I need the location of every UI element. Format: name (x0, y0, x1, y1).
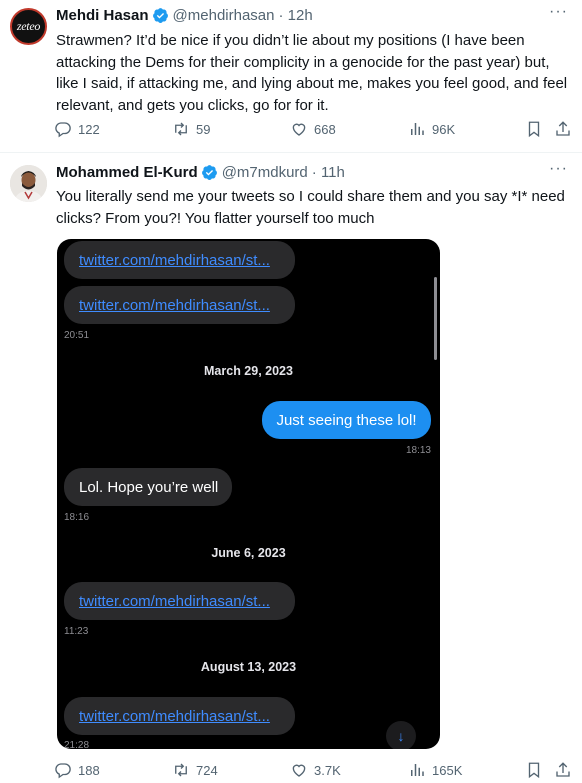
more-icon[interactable]: ··· (549, 160, 568, 178)
chat-link-bubble: twitter.com/mehdirhasan/st... (64, 582, 295, 620)
views-button[interactable]: 165K (408, 761, 462, 779)
share-icon (556, 762, 570, 777)
tweet-header: Mohammed El-Kurd @m7mdkurd · 11h (56, 164, 345, 181)
chat-link-bubble: twitter.com/mehdirhasan/st... (64, 241, 295, 279)
repost-count: 724 (196, 762, 218, 778)
views-count: 165K (432, 762, 463, 778)
tweet-text: You literally send me your tweets so I c… (56, 188, 565, 227)
chat-timestamp: 18:13 (405, 445, 431, 456)
chat-timestamp: 11:23 (64, 626, 89, 637)
repost-icon (175, 763, 187, 777)
chat-incoming-bubble: Lol. Hope you’re well (64, 468, 232, 506)
author-name[interactable]: Mohammed El-Kurd (56, 164, 198, 181)
like-icon (292, 764, 306, 777)
avatar[interactable] (10, 165, 47, 202)
author-handle[interactable]: @m7mdkurd (222, 164, 308, 181)
chat-date-separator: August 13, 2023 (200, 660, 297, 674)
chat-date-separator: June 6, 2023 (211, 546, 286, 560)
views-icon (411, 764, 424, 776)
tweet-time[interactable]: · 11h (312, 164, 345, 181)
attached-screenshot[interactable]: twitter.com/mehdirhasan/st... twitter.co… (57, 239, 440, 749)
reply-button[interactable]: 188 (54, 761, 100, 779)
chat-scrollbar (434, 277, 437, 360)
chat-link-bubble: twitter.com/mehdirhasan/st... (64, 697, 295, 735)
chat-link-bubble: twitter.com/mehdirhasan/st... (64, 286, 295, 324)
verified-icon (201, 165, 217, 180)
chat-timestamp: 20:51 (64, 330, 90, 341)
scroll-down-icon: ↓ (386, 721, 416, 749)
chat-timestamp: 21:28 (64, 740, 90, 749)
share-button[interactable] (554, 761, 572, 779)
reply-count: 188 (78, 762, 100, 778)
like-button[interactable]: 3.7K (290, 761, 341, 779)
tweet-actions: 188 724 3.7K 165K (52, 761, 572, 783)
bookmark-button[interactable] (525, 761, 543, 779)
like-count: 3.7K (314, 762, 341, 778)
tweet-mohammed-el-kurd[interactable]: Mohammed El-Kurd @m7mdkurd · 11h ··· You… (0, 0, 582, 783)
reply-icon (55, 763, 71, 779)
avatar-portrait-icon (10, 165, 47, 202)
bookmark-icon (528, 762, 540, 779)
chat-outgoing-bubble: Just seeing these lol! (262, 401, 431, 439)
repost-button[interactable]: 724 (172, 761, 218, 779)
chat-date-separator: March 29, 2023 (204, 364, 293, 378)
chat-timestamp: 18:16 (64, 512, 90, 523)
